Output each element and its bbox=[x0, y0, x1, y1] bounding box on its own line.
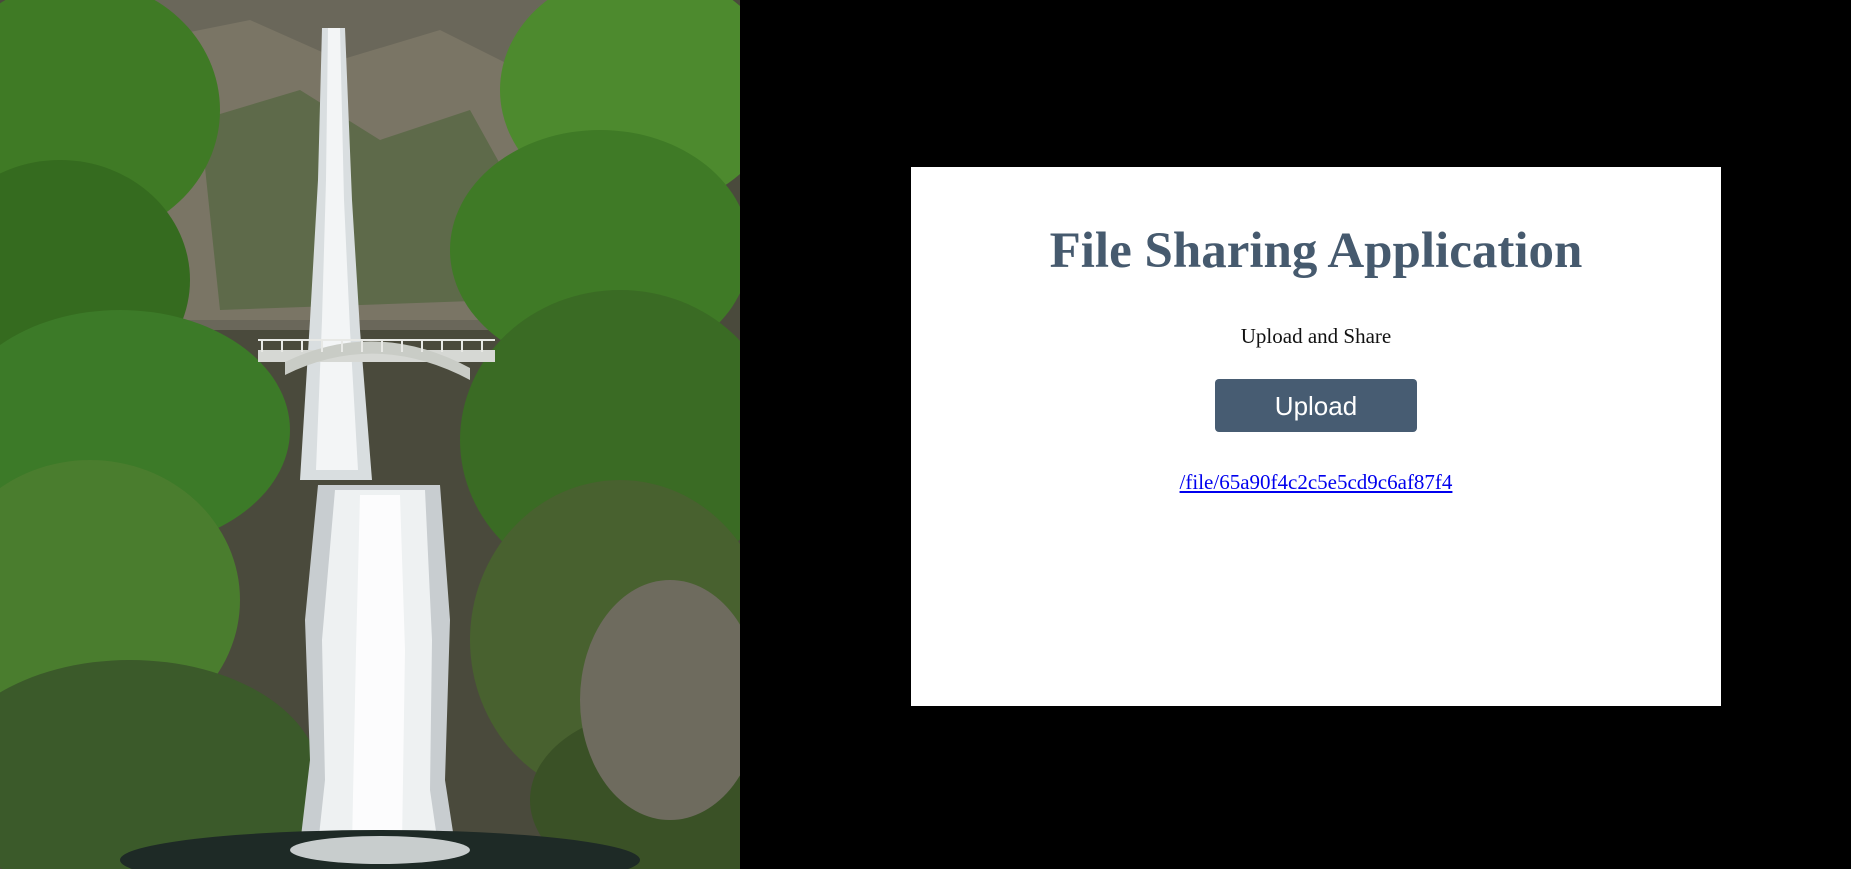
waterfall-photo bbox=[0, 0, 740, 869]
app-root: File Sharing Application Upload and Shar… bbox=[0, 0, 1851, 869]
upload-card: File Sharing Application Upload and Shar… bbox=[911, 167, 1721, 706]
page-title: File Sharing Application bbox=[1049, 223, 1583, 279]
shared-file-link[interactable]: /file/65a90f4c2c5e5cd9c6af87f4 bbox=[1180, 470, 1453, 494]
file-link-container: /file/65a90f4c2c5e5cd9c6af87f4 bbox=[911, 470, 1721, 495]
upload-button[interactable]: Upload bbox=[1215, 379, 1417, 433]
page-subtitle: Upload and Share bbox=[1240, 324, 1392, 349]
